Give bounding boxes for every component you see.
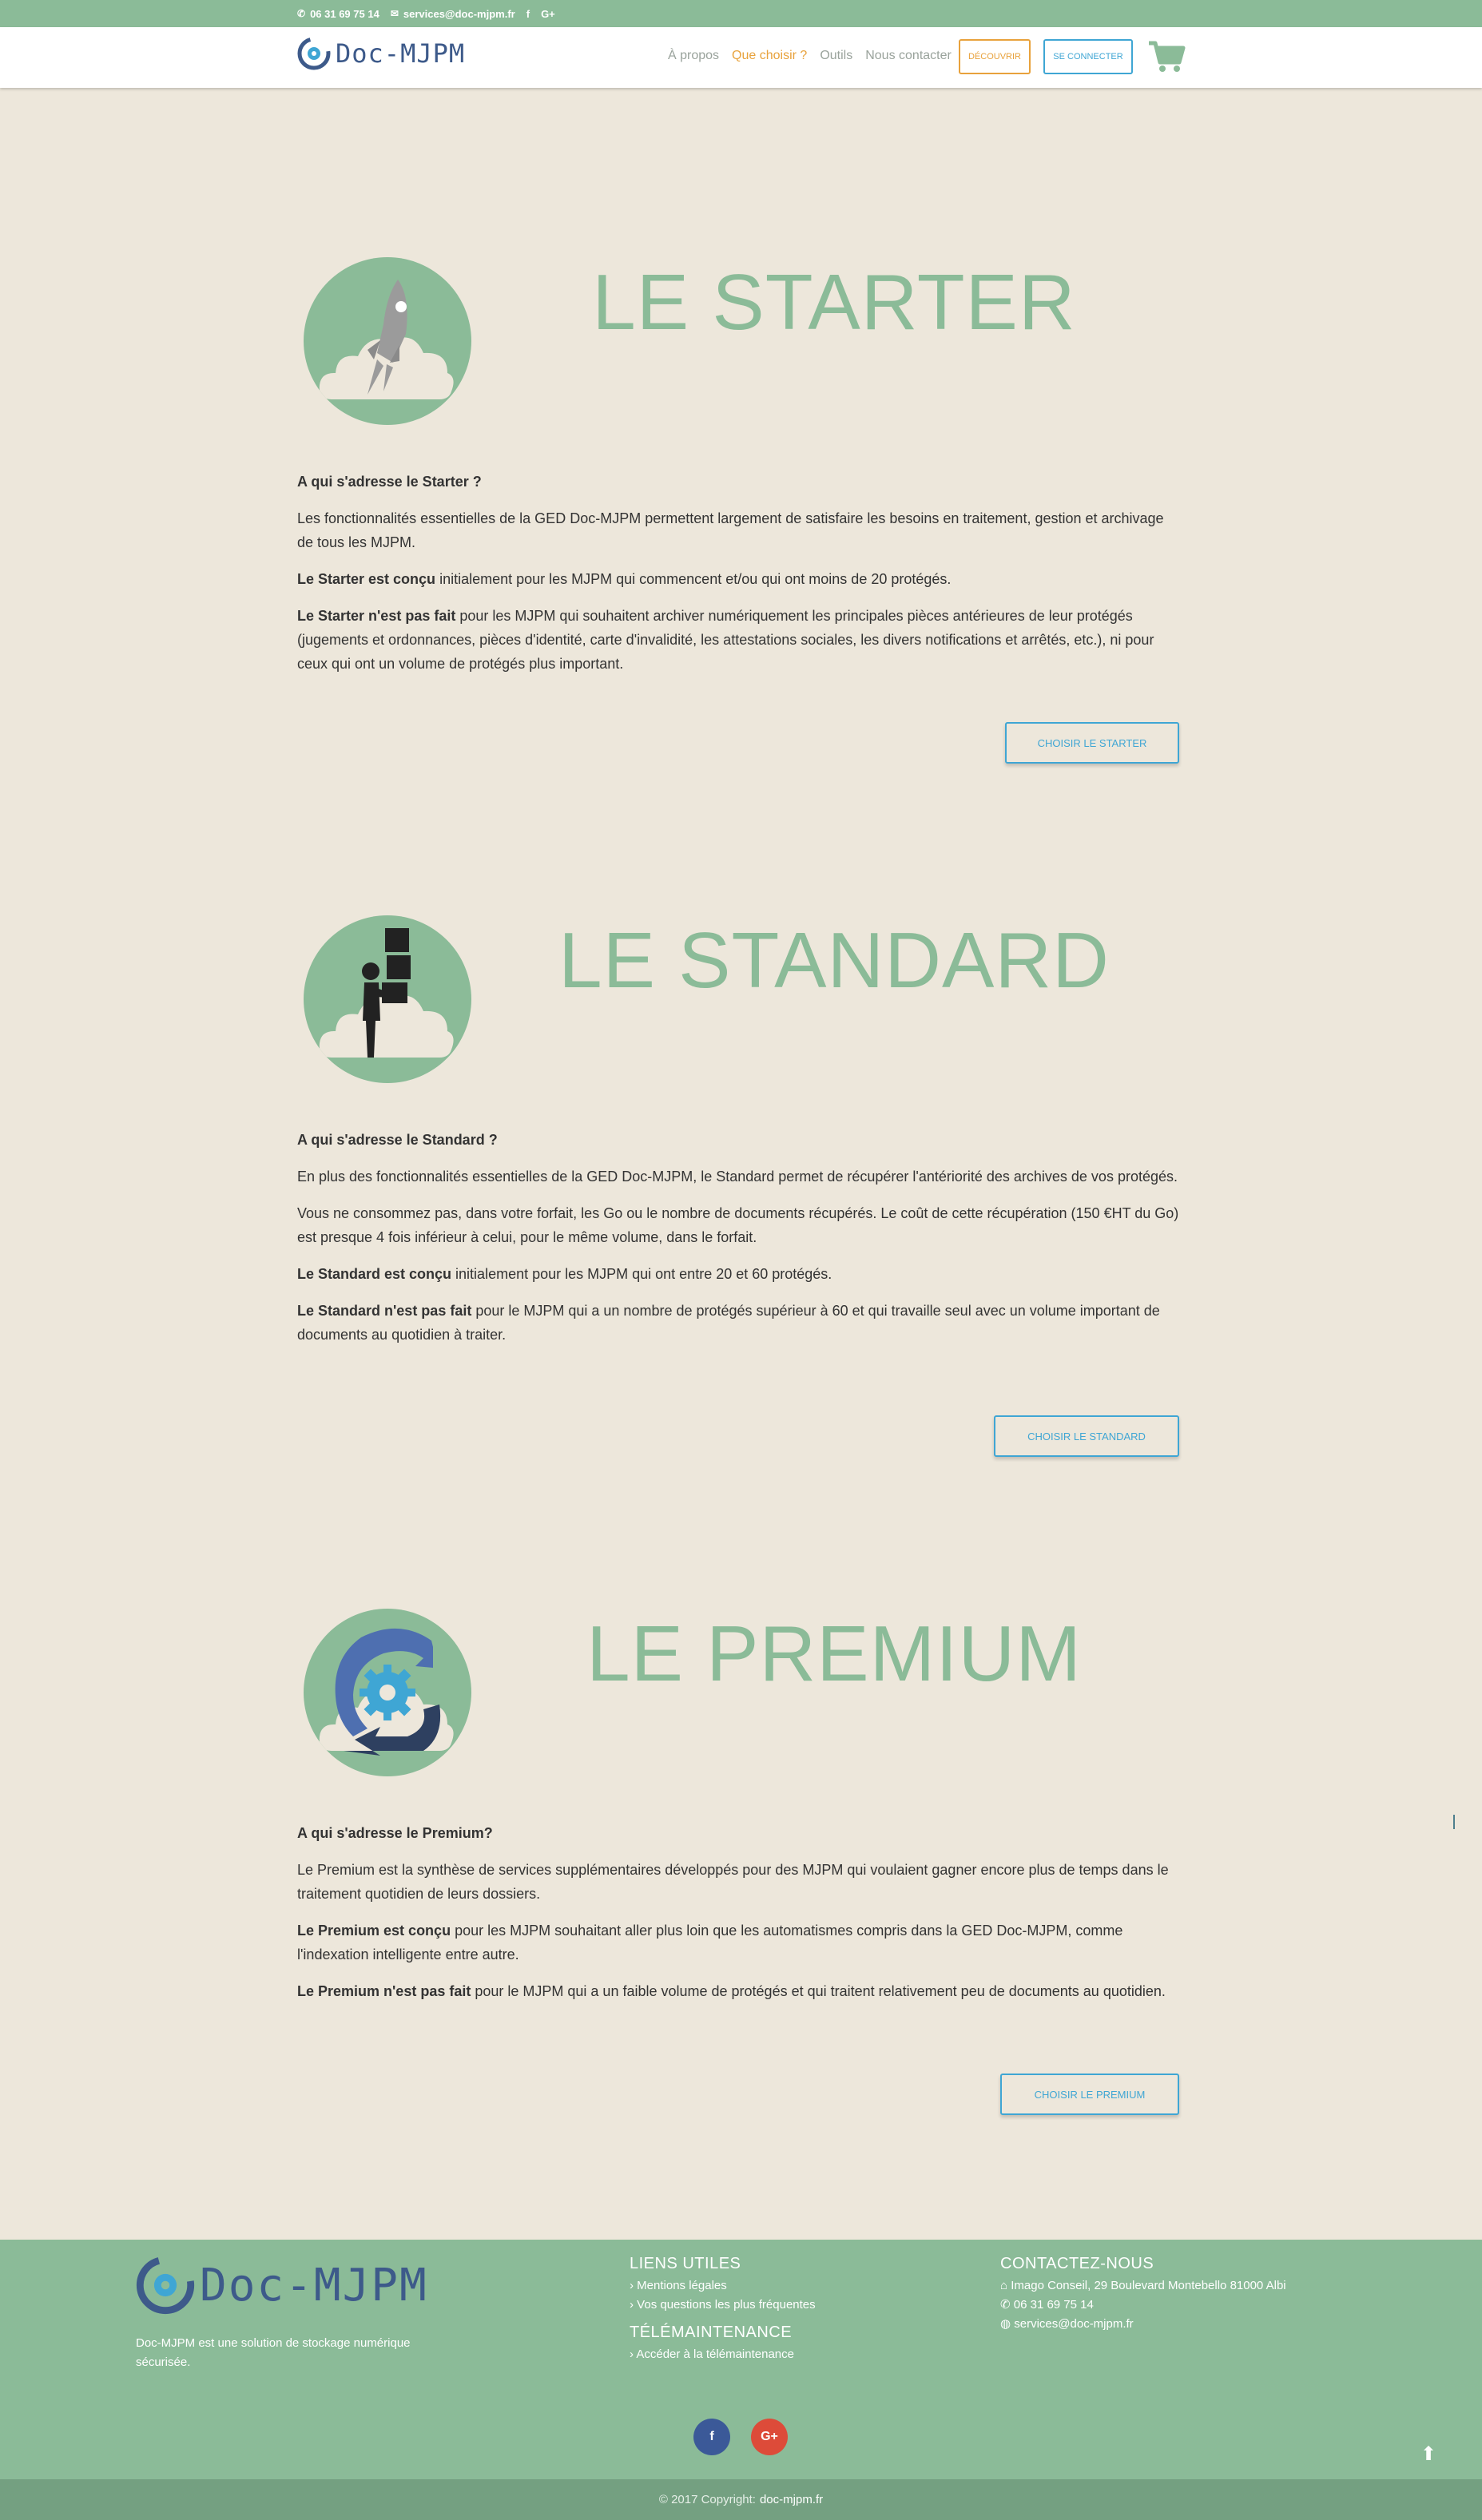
plan-paragraph: Le Premium est conçu pour les MJPM souha… xyxy=(297,1919,1179,1966)
discover-button[interactable]: DÉCOUVRIR xyxy=(959,39,1031,74)
plan-paragraph: Le Standard est conçu initialement pour … xyxy=(297,1262,1179,1286)
google-plus-icon[interactable]: G+ xyxy=(541,8,555,20)
footer-link-telemaintenance[interactable]: › Accéder à la télémaintenance xyxy=(630,2345,816,2364)
plan-text: pour le MJPM qui a un faible volume de p… xyxy=(471,1983,1166,1999)
plan-bold-text: Le Standard est conçu xyxy=(297,1266,452,1282)
footer-address: ⌂ Imago Conseil, 29 Boulevard Montebello… xyxy=(1000,2276,1286,2296)
footer-link-label: Vos questions les plus fréquentes xyxy=(637,2298,816,2312)
main-navbar: Doc-MJPM À propos Que choisir ? Outils N… xyxy=(0,27,1482,88)
plan-starter-section: LE STARTER A qui s'adresse le Starter ? … xyxy=(297,257,1179,776)
person-boxes-cloud-icon xyxy=(304,915,471,1083)
logo-text: Doc-MJPM xyxy=(336,38,466,69)
plan-paragraph: En plus des fonctionnalités essentielles… xyxy=(297,1169,1178,1185)
plan-bold-text: Le Standard n'est pas fait xyxy=(297,1303,472,1319)
plan-description: A qui s'adresse le Premium? Le Premium e… xyxy=(297,1821,1179,2016)
footer-link-label: Mentions légales xyxy=(637,2279,727,2292)
header-logo[interactable]: Doc-MJPM xyxy=(297,37,465,70)
choose-starter-button[interactable]: CHOISIR LE STARTER xyxy=(1005,722,1179,764)
rocket-cloud-icon xyxy=(304,257,471,425)
footer-link-label: Accéder à la télémaintenance xyxy=(636,2347,794,2361)
globe-icon: ◍ xyxy=(1000,2317,1011,2331)
plan-paragraph: Le Starter n'est pas fait pour les MJPM … xyxy=(297,604,1179,676)
plan-paragraph: Le Premium n'est pas fait pour le MJPM q… xyxy=(297,1979,1179,2003)
footer-contact: CONTACTEZ-NOUS ⌂ Imago Conseil, 29 Boule… xyxy=(1000,2254,1286,2334)
top-contact-info: ✆ 06 31 69 75 14 ✉ services@doc-mjpm.fr … xyxy=(297,0,555,27)
top-contact-bar: ✆ 06 31 69 75 14 ✉ services@doc-mjpm.fr … xyxy=(0,0,1482,27)
envelope-icon: ✉ xyxy=(390,8,399,19)
plan-question: A qui s'adresse le Premium? xyxy=(297,1825,493,1841)
plan-text: initialement pour les MJPM qui ont entre… xyxy=(451,1266,832,1282)
plan-title: LE STARTER xyxy=(592,258,1076,346)
footer: Doc-MJPM Doc-MJPM est une solution de st… xyxy=(0,2240,1482,2479)
gear-sync-cloud-icon xyxy=(304,1609,471,1776)
scroll-indicator xyxy=(1453,1815,1455,1829)
footer-address-text: Imago Conseil, 29 Boulevard Montebello 8… xyxy=(1011,2279,1286,2292)
footer-logo-text: Doc-MJPM xyxy=(200,2259,428,2312)
plan-description: A qui s'adresse le Starter ? Les fonctio… xyxy=(297,470,1179,689)
copyright-text: © 2017 Copyright: xyxy=(658,2493,756,2506)
choose-premium-button[interactable]: CHOISIR LE PREMIUM xyxy=(1000,2074,1179,2115)
footer-links-title: LIENS UTILES xyxy=(630,2255,741,2272)
phone-icon: ✆ xyxy=(1000,2298,1011,2312)
nav-link-outils[interactable]: Outils xyxy=(820,49,852,63)
plan-premium-section: LE PREMIUM A qui s'adresse le Premium? L… xyxy=(297,1609,1179,2128)
home-icon: ⌂ xyxy=(1000,2279,1008,2292)
plan-description: A qui s'adresse le Standard ? En plus de… xyxy=(297,1128,1179,1359)
logo-gear-sync-icon xyxy=(297,37,331,70)
plan-paragraph: Les fonctionnalités essentielles de la G… xyxy=(297,510,1164,550)
footer-google-plus-icon[interactable]: G+ xyxy=(751,2419,788,2455)
topbar-email[interactable]: ✉ services@doc-mjpm.fr xyxy=(391,8,515,20)
nav-link-nous-contacter[interactable]: Nous contacter xyxy=(865,49,952,63)
footer-phone[interactable]: ✆ 06 31 69 75 14 xyxy=(1000,2296,1286,2315)
plan-paragraph: Le Starter est conçu initialement pour l… xyxy=(297,567,1179,591)
plan-bold-text: Le Premium est conçu xyxy=(297,1923,451,1939)
topbar-email-text: services@doc-mjpm.fr xyxy=(403,7,515,20)
plan-paragraph: Le Premium est la synthèse de services s… xyxy=(297,1862,1169,1902)
scroll-to-top-icon[interactable]: ⬆ xyxy=(1420,2443,1436,2466)
copyright-site-link[interactable]: doc-mjpm.fr xyxy=(760,2493,823,2506)
footer-telemaintenance-title: TÉLÉMAINTENANCE xyxy=(630,2324,793,2341)
plan-title: LE STANDARD xyxy=(558,916,1110,1004)
footer-email-text: services@doc-mjpm.fr xyxy=(1014,2317,1134,2331)
footer-description: Doc-MJPM est une solution de stockage nu… xyxy=(136,2336,411,2369)
footer-email[interactable]: ◍ services@doc-mjpm.fr xyxy=(1000,2315,1286,2334)
login-button[interactable]: SE CONNECTER xyxy=(1043,39,1133,74)
footer-logo-gear-sync-icon xyxy=(136,2256,195,2315)
footer-contact-title: CONTACTEZ-NOUS xyxy=(1000,2255,1154,2272)
choose-standard-button[interactable]: CHOISIR LE STANDARD xyxy=(994,1415,1179,1457)
footer-phone-text: 06 31 69 75 14 xyxy=(1013,2298,1094,2312)
topbar-phone[interactable]: ✆ 06 31 69 75 14 xyxy=(297,8,379,20)
facebook-icon[interactable]: f xyxy=(526,8,530,20)
plan-standard-section: LE STANDARD A qui s'adresse le Standard … xyxy=(297,915,1179,1458)
topbar-phone-text: 06 31 69 75 14 xyxy=(310,7,379,20)
shopping-cart-icon[interactable] xyxy=(1147,38,1186,73)
plan-paragraph: Le Standard n'est pas fait pour le MJPM … xyxy=(297,1299,1179,1347)
footer-facebook-icon[interactable]: f xyxy=(693,2419,730,2455)
plan-question: A qui s'adresse le Standard ? xyxy=(297,1132,498,1148)
plan-bold-text: Le Premium n'est pas fait xyxy=(297,1983,471,1999)
footer-useful-links: LIENS UTILES › Mentions légales › Vos qu… xyxy=(630,2254,816,2364)
footer-logo[interactable]: Doc-MJPM xyxy=(136,2256,428,2315)
footer-link-mentions[interactable]: › Mentions légales xyxy=(630,2276,816,2296)
plan-paragraph: Vous ne consommez pas, dans votre forfai… xyxy=(297,1205,1179,1245)
plan-question: A qui s'adresse le Starter ? xyxy=(297,474,482,490)
plan-text: initialement pour les MJPM qui commencen… xyxy=(435,571,952,587)
copyright-bar: © 2017 Copyright: doc-mjpm.fr xyxy=(0,2479,1482,2520)
nav-link-que-choisir[interactable]: Que choisir ? xyxy=(732,49,807,63)
phone-icon: ✆ xyxy=(297,8,306,19)
plan-bold-text: Le Starter est conçu xyxy=(297,571,436,587)
footer-link-faq[interactable]: › Vos questions les plus fréquentes xyxy=(630,2296,816,2315)
plan-title: LE PREMIUM xyxy=(586,1609,1082,1697)
nav-links: À propos Que choisir ? Outils Nous conta… xyxy=(668,49,952,63)
plan-bold-text: Le Starter n'est pas fait xyxy=(297,608,456,624)
nav-link-a-propos[interactable]: À propos xyxy=(668,49,719,63)
